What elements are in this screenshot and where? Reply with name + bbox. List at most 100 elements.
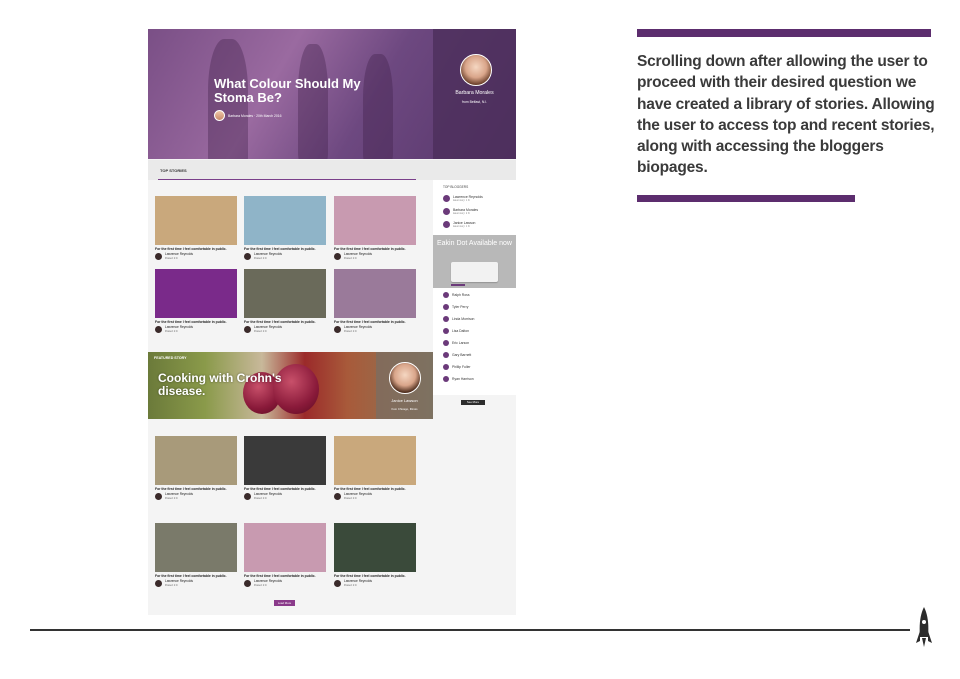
posted-time: Posted: 2 hr [344,583,357,587]
blogger-avatar [443,304,449,310]
featured-story[interactable]: FEATURED STORY Cooking with Crohn's dise… [148,352,433,419]
story-title[interactable]: For the first time I feel comfortable in… [155,320,237,324]
author-avatar [334,580,341,587]
author-avatar [334,326,341,333]
story-title[interactable]: For the first time I feel comfortable in… [334,320,416,324]
blogger-list-item[interactable]: Ryan Harrison [443,376,474,382]
posted-time: Posted: 2 hr [165,256,178,260]
story-author[interactable]: Lawrence Reynolds Posted: 2 hr [155,325,237,333]
blogger-list-item[interactable]: Tyler Perry [443,304,468,310]
featured-author-panel[interactable]: Janice Lawson from Chicago, Illinois [376,352,433,419]
tab-top-stories[interactable]: TOP STORIES [160,168,187,173]
story-card[interactable]: For the first time I feel comfortable in… [334,436,416,500]
rocket-icon [916,607,932,647]
story-author[interactable]: Lawrence Reynolds Posted: 2 hr [244,579,326,587]
load-more-button[interactable]: Load More [274,600,295,606]
story-author[interactable]: Lawrence Reynolds Posted: 2 hr [155,252,237,260]
story-image[interactable] [244,269,326,318]
blogger-name: Eric Larson [452,341,470,345]
story-card[interactable]: For the first time I feel comfortable in… [334,269,416,333]
story-image[interactable] [244,436,326,485]
story-author[interactable]: Lawrence Reynolds Posted: 2 hr [155,579,237,587]
blogger-list-item[interactable]: Linda Morrison [443,316,474,322]
story-card[interactable]: For the first time I feel comfortable in… [155,269,237,333]
posted-time: Posted: 2 hr [344,256,357,260]
story-card[interactable]: For the first time I feel comfortable in… [334,196,416,260]
story-title[interactable]: For the first time I feel comfortable in… [244,247,326,251]
story-author[interactable]: Lawrence Reynolds Posted: 2 hr [334,492,416,500]
story-image[interactable] [155,269,237,318]
story-card[interactable]: For the first time I feel comfortable in… [155,523,237,587]
story-title[interactable]: For the first time I feel comfortable in… [334,487,416,491]
hero-title[interactable]: What Colour Should My Stoma Be? [214,77,384,105]
blogger-latest: latest story: 1 hr [453,199,471,202]
tab-underline [158,179,416,180]
author-name[interactable]: Barbara Morales [433,90,516,96]
story-title[interactable]: For the first time I feel comfortable in… [334,247,416,251]
story-card[interactable]: For the first time I feel comfortable in… [244,269,326,333]
story-title[interactable]: For the first time I feel comfortable in… [155,574,237,578]
story-author[interactable]: Lawrence Reynolds Posted: 2 hr [155,492,237,500]
story-image[interactable] [334,269,416,318]
story-image[interactable] [334,436,416,485]
bloggers-sidebar: TOP BLOGGERS Lawrence Reynolds latest sto… [433,180,516,405]
author-avatar[interactable] [460,54,492,86]
ad-title: Eakin Dot Available now [437,240,512,247]
author-avatar [334,493,341,500]
story-card[interactable]: For the first time I feel comfortable in… [155,436,237,500]
story-author[interactable]: Lawrence Reynolds Posted: 2 hr [244,252,326,260]
story-image[interactable] [244,196,326,245]
story-card[interactable]: For the first time I feel comfortable in… [334,523,416,587]
top-blogger[interactable]: Lawrence Reynolds latest story: 1 hr [443,195,483,202]
device-image [451,262,498,282]
story-title[interactable]: For the first time I feel comfortable in… [244,574,326,578]
blogger-list-item[interactable]: Gary Barnett [443,352,471,358]
story-card[interactable]: For the first time I feel comfortable in… [244,436,326,500]
blogger-list-item[interactable]: Phillip Fuller [443,364,470,370]
top-blogger[interactable]: Janice Lawson latest story: 1 hr [443,221,475,228]
story-image[interactable] [155,523,237,572]
blogger-avatar [443,328,449,334]
author-avatar[interactable] [389,362,421,394]
blogger-list-item[interactable]: Eric Larson [443,340,469,346]
story-author[interactable]: Lawrence Reynolds Posted: 2 hr [334,252,416,260]
story-card[interactable]: For the first time I feel comfortable in… [155,196,237,260]
story-card[interactable]: For the first time I feel comfortable in… [244,196,326,260]
hero-meta: Barbara Morales · 20th March 2016 [214,110,282,121]
story-author[interactable]: Lawrence Reynolds Posted: 2 hr [334,325,416,333]
story-title[interactable]: For the first time I feel comfortable in… [155,487,237,491]
blogger-avatar [443,316,449,322]
hero-banner[interactable]: What Colour Should My Stoma Be? Barbara … [148,29,516,159]
author-avatar [334,253,341,260]
story-image[interactable] [155,436,237,485]
blogger-name: Phillip Fuller [452,365,471,369]
blogger-avatar [443,376,449,382]
blogger-avatar [443,352,449,358]
story-author[interactable]: Lawrence Reynolds Posted: 2 hr [244,492,326,500]
author-location: from Belfast, N.I. [461,100,488,104]
author-name[interactable]: Janice Lawson [376,398,433,403]
author-avatar [244,493,251,500]
blogger-list-item[interactable]: Ralph Ross [443,292,470,298]
posted-time: Posted: 2 hr [165,329,178,333]
eakin-dot-ad[interactable]: Eakin Dot Available now [433,235,516,288]
story-title[interactable]: For the first time I feel comfortable in… [244,487,326,491]
story-author[interactable]: Lawrence Reynolds Posted: 2 hr [334,579,416,587]
featured-title[interactable]: Cooking with Crohn's disease. [158,372,288,398]
story-title[interactable]: For the first time I feel comfortable in… [155,247,237,251]
author-avatar [155,580,162,587]
story-image[interactable] [334,523,416,572]
accent-bar-bottom [637,195,855,202]
hero-author-panel[interactable]: Barbara Morales from Belfast, N.I. [433,29,516,159]
story-title[interactable]: For the first time I feel comfortable in… [334,574,416,578]
story-image[interactable] [334,196,416,245]
top-blogger[interactable]: Barbara Morales latest story: 2 hr [443,208,478,215]
story-image[interactable] [244,523,326,572]
story-title[interactable]: For the first time I feel comfortable in… [244,320,326,324]
story-author[interactable]: Lawrence Reynolds Posted: 2 hr [244,325,326,333]
see-more-button[interactable]: See More [461,400,485,405]
posted-time: Posted: 2 hr [344,496,357,500]
story-card[interactable]: For the first time I feel comfortable in… [244,523,326,587]
story-image[interactable] [155,196,237,245]
blogger-list-item[interactable]: Lisa Dalton [443,328,469,334]
